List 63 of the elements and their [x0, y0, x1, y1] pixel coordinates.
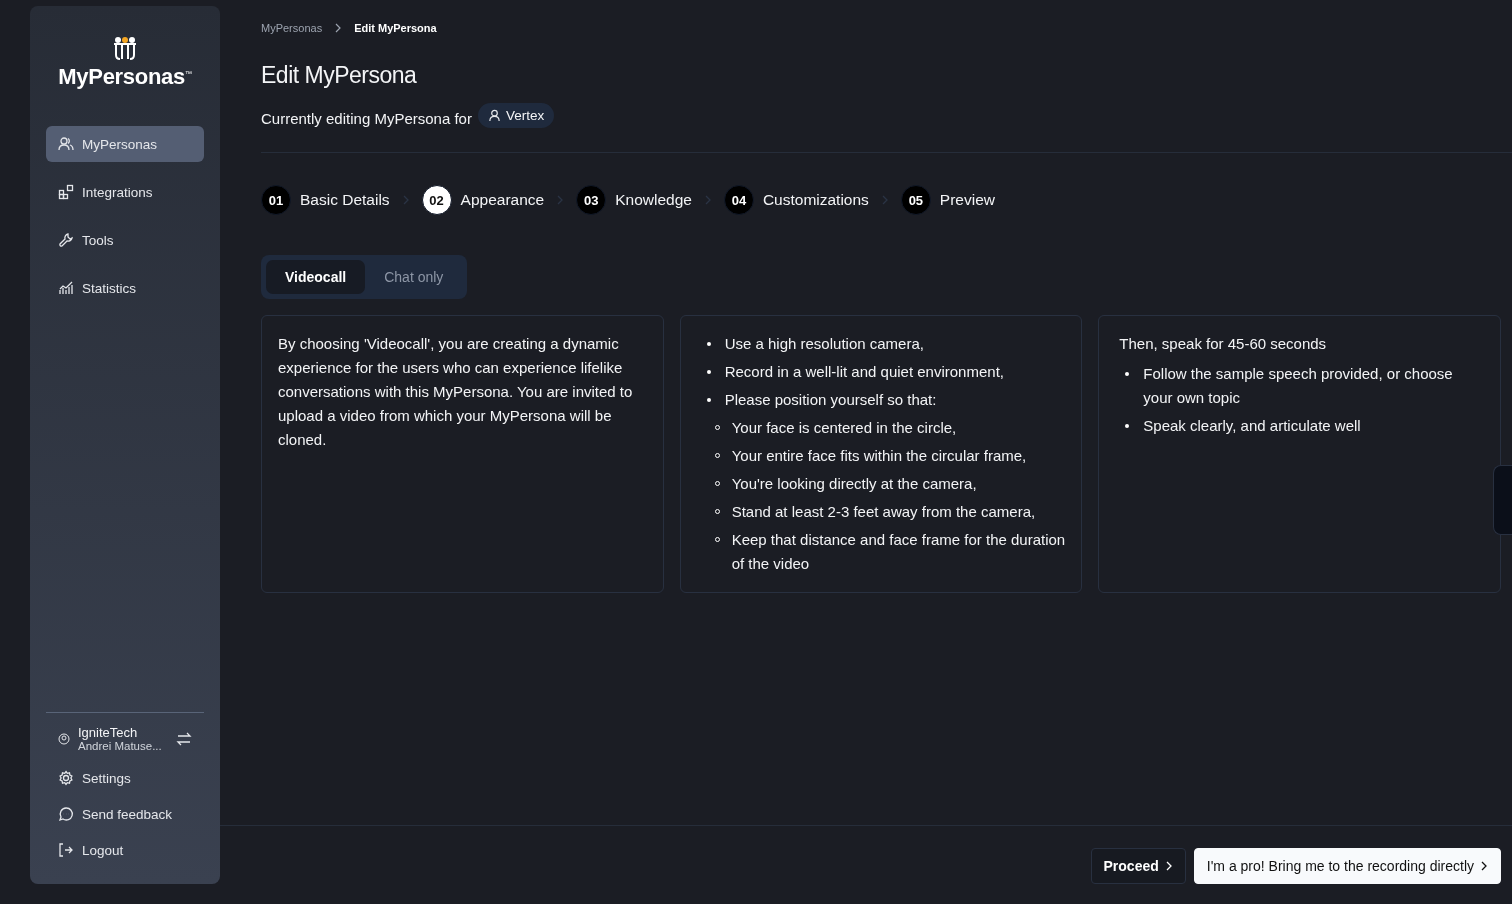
breadcrumb-link[interactable]: MyPersonas — [261, 22, 323, 34]
nav-item[interactable]: Logout — [46, 832, 204, 868]
nav-item[interactable]: Integrations — [46, 174, 204, 210]
bullet-icon — [706, 342, 711, 346]
bullet-icon — [706, 398, 711, 402]
step-item[interactable]: 01 Basic Details — [261, 185, 390, 215]
chart-icon — [58, 280, 74, 296]
list-item-text: Your face is centered in the circle, — [731, 418, 957, 438]
step-number: 01 — [261, 185, 291, 215]
subtitle-text: Currently editing MyPersona for — [261, 110, 472, 127]
description-text: By choosing 'Videocall', you are creating a dynamic experience for the users who can experience lifelike conversations with this MyPersona. You are invited to upload a video from which your MyPersona will be cloned. — [278, 334, 634, 450]
bullet-icon — [706, 370, 711, 374]
nav-item[interactable]: Send feedback — [46, 796, 204, 832]
logo-text: MyPersonas$^{™}$ — [58, 64, 192, 90]
list-item-text: Your entire face fits within the circular frame, — [731, 446, 1027, 466]
nav-item[interactable]: Tools — [46, 222, 204, 258]
chevron-icon — [1164, 861, 1173, 871]
breadcrumb-link[interactable]: Edit MyPersona — [354, 22, 437, 34]
logo-icon — [111, 36, 139, 62]
nav-item[interactable]: Statistics — [46, 270, 204, 306]
direct-recording-button[interactable]: I'm a pro! Bring me to the recording directly — [1193, 848, 1501, 884]
settings-icon — [58, 770, 74, 786]
step-number: 02 — [421, 185, 452, 215]
chevron-icon — [401, 194, 410, 206]
user-name: Andrei Matuse... — [78, 740, 163, 752]
list-item-text: Speak clearly, and articulate well — [1143, 416, 1361, 436]
logout-icon — [58, 842, 74, 858]
chevron-icon — [1480, 861, 1488, 871]
list-item-text: Stand at least 2-3 feet away from the camera, — [731, 502, 1036, 522]
list-item-text: Please position yourself so that: — [724, 390, 937, 410]
page-title: Edit MyPersona — [261, 62, 418, 89]
chevron-icon — [703, 194, 712, 206]
list-item-text: Follow the sample speech provided, or choose your own topic — [1143, 364, 1454, 408]
persona-badge: Vertex — [477, 103, 555, 128]
chevron-icon — [556, 194, 565, 206]
chevron-icon — [334, 23, 343, 33]
nav-item[interactable]: MyPersonas — [46, 126, 204, 162]
step-item[interactable]: 04 Customizations — [723, 185, 869, 215]
switch-icon[interactable] — [176, 730, 192, 747]
bullet-icon — [1125, 424, 1130, 428]
list-item-text: You're looking directly at the camera, — [731, 474, 977, 494]
chevron-icon — [880, 194, 889, 206]
proceed-button[interactable]: Proceed — [1090, 848, 1186, 884]
step-number: 05 — [900, 185, 931, 215]
list-item-text: Use a high resolution camera, — [724, 334, 924, 354]
step-item[interactable]: 02 Appearance — [421, 185, 545, 215]
mode-tab[interactable]: Chat only — [365, 260, 463, 294]
organization-name: IgniteTech — [78, 725, 139, 740]
user-circle-icon — [58, 732, 70, 745]
step-number: 03 — [576, 185, 607, 215]
chat-bubble-icon — [58, 806, 74, 822]
step-number: 04 — [723, 185, 754, 215]
bullet-icon — [1125, 372, 1130, 376]
card-heading: Then, speak for 45-60 seconds — [1118, 334, 1328, 354]
step-item[interactable]: 05 Preview — [900, 185, 995, 215]
list-item-text: Record in a well-lit and quiet environment, — [724, 362, 1004, 382]
mode-tab[interactable]: Videocall — [266, 260, 366, 294]
users-icon — [58, 136, 74, 152]
step-item[interactable]: 03 Knowledge — [576, 185, 692, 215]
wrench-icon — [58, 232, 74, 248]
blocks-icon — [58, 184, 74, 200]
list-item-text: Keep that distance and face frame for the duration of the video — [731, 530, 1066, 574]
nav-item[interactable]: Settings — [46, 760, 204, 796]
